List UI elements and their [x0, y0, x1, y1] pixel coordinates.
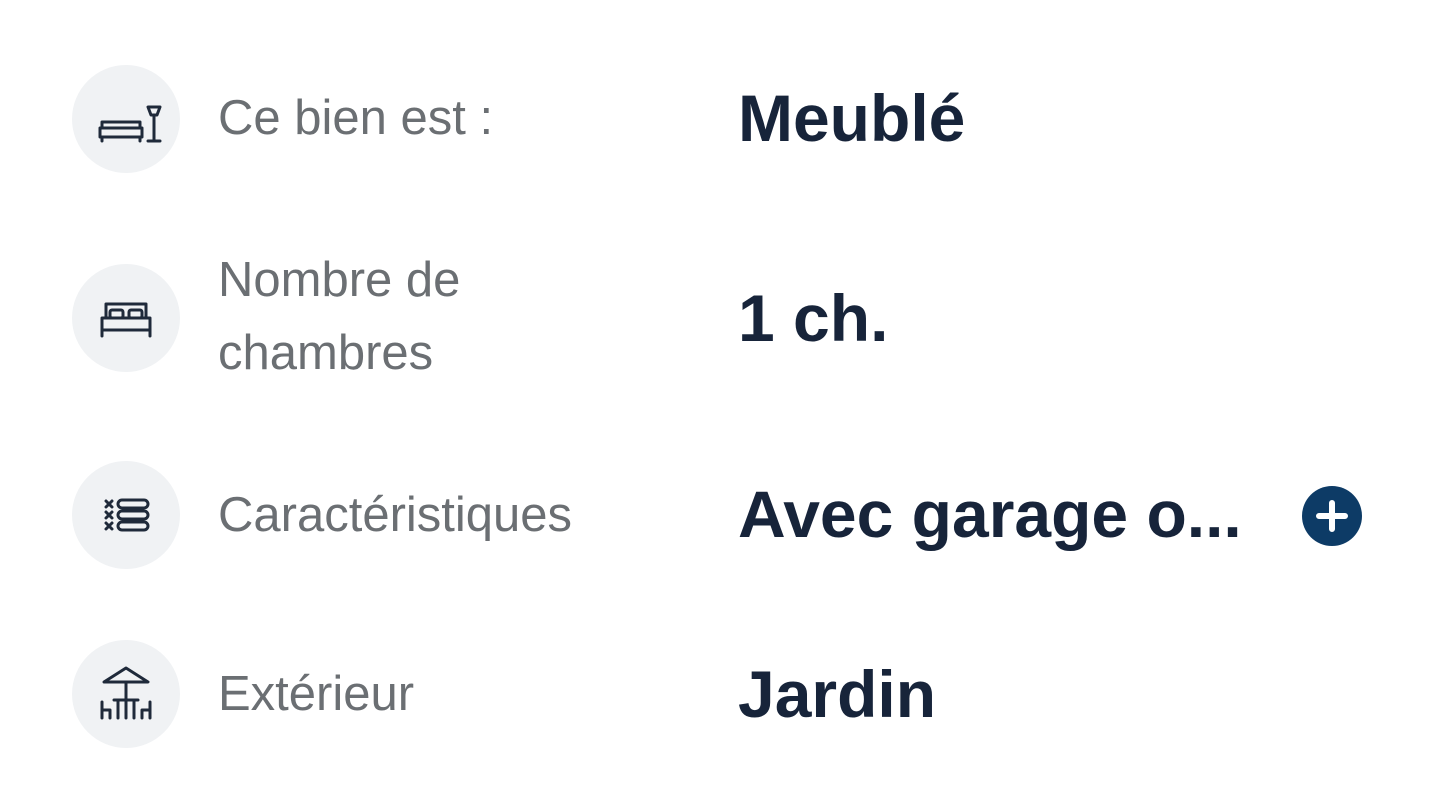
detail-label: Ce bien est :	[218, 91, 494, 145]
plus-icon	[1316, 500, 1348, 532]
property-details-list: Ce bien est : Meublé Nombre de chambres …	[0, 0, 1440, 810]
features-list-icon	[72, 461, 180, 569]
detail-value: Jardin	[738, 657, 937, 731]
detail-label: Nombre de chambres	[218, 253, 461, 380]
detail-value: Meublé	[738, 81, 966, 155]
detail-label: Caractéristiques	[218, 488, 573, 542]
expand-features-button[interactable]	[1302, 486, 1362, 546]
detail-value: Avec garage o...	[738, 477, 1242, 551]
detail-value: 1 ch.	[738, 281, 889, 355]
patio-table-icon	[72, 640, 180, 748]
furniture-icon	[72, 65, 180, 173]
bed-icon	[72, 264, 180, 372]
detail-label: Extérieur	[218, 667, 415, 721]
